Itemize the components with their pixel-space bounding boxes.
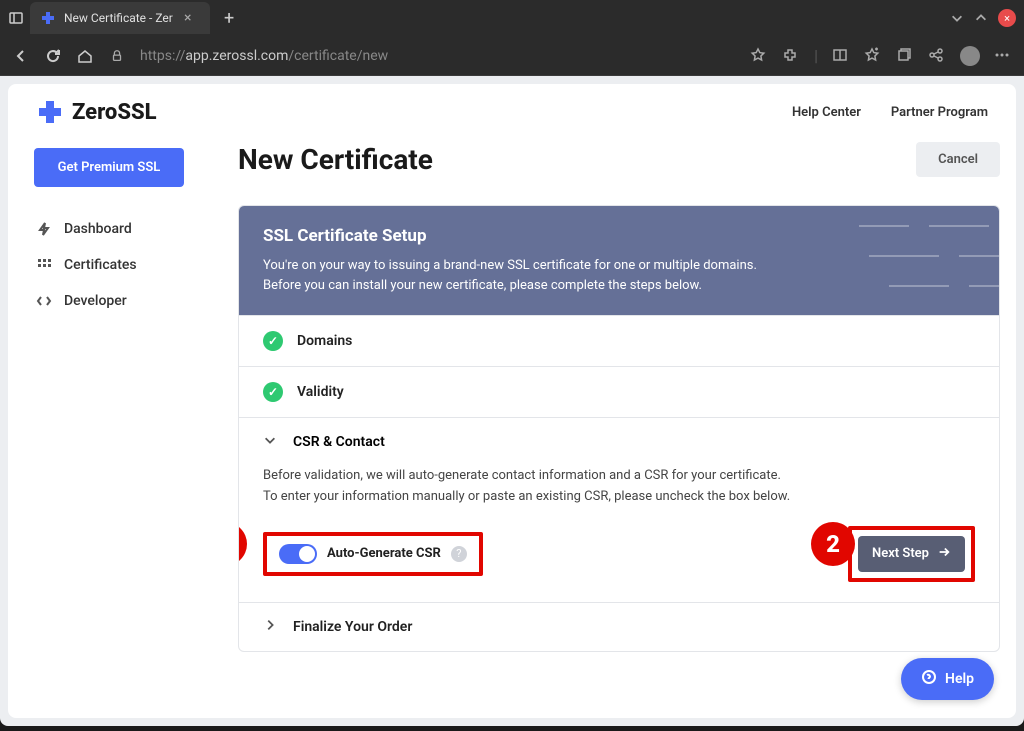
browser-tab[interactable]: New Certificate - Zer × bbox=[30, 2, 210, 34]
brand-logo[interactable]: ZeroSSL bbox=[36, 98, 157, 126]
home-icon[interactable] bbox=[76, 47, 94, 65]
step-label: Validity bbox=[297, 384, 344, 400]
help-center-link[interactable]: Help Center bbox=[792, 105, 861, 120]
main-content: New Certificate Cancel SSL Certificate S… bbox=[238, 136, 1000, 652]
banner-decoration-icon bbox=[849, 206, 999, 306]
star-icon[interactable] bbox=[750, 47, 768, 65]
page-viewport: ZeroSSL Help Center Partner Program Get … bbox=[0, 76, 1024, 726]
step-label: Finalize Your Order bbox=[293, 619, 412, 635]
step-label: CSR & Contact bbox=[293, 434, 385, 450]
chevron-down-icon bbox=[263, 433, 279, 451]
lightning-icon bbox=[36, 220, 54, 238]
tab-title: New Certificate - Zer bbox=[64, 11, 176, 25]
brand-name: ZeroSSL bbox=[72, 100, 157, 125]
sidebar-item-developer[interactable]: Developer bbox=[24, 283, 214, 319]
sidebar-toggle-icon[interactable] bbox=[8, 10, 24, 26]
code-icon bbox=[36, 292, 54, 310]
csr-description: Before validation, we will auto-generate… bbox=[263, 466, 975, 508]
cancel-button[interactable]: Cancel bbox=[916, 142, 1000, 177]
help-fab-button[interactable]: Help bbox=[901, 658, 994, 700]
help-tooltip-icon[interactable]: ? bbox=[451, 546, 467, 562]
help-circle-icon bbox=[921, 669, 937, 689]
reader-icon[interactable] bbox=[832, 47, 850, 65]
step-finalize[interactable]: Finalize Your Order bbox=[239, 602, 999, 651]
chevron-up-icon[interactable] bbox=[974, 10, 990, 26]
chevron-down-icon[interactable] bbox=[950, 10, 966, 26]
tab-close-icon[interactable]: × bbox=[184, 10, 200, 26]
toggle-label: Auto-Generate CSR bbox=[327, 546, 441, 561]
next-step-highlight: Next Step bbox=[848, 526, 975, 582]
step-domains[interactable]: ✓ Domains bbox=[239, 315, 999, 366]
setup-card: SSL Certificate Setup You're on your way… bbox=[238, 205, 1000, 652]
chevron-right-icon bbox=[263, 618, 279, 636]
auto-generate-csr-highlight: Auto-Generate CSR ? bbox=[263, 532, 483, 576]
address-bar: https://app.zerossl.com/certificate/new … bbox=[0, 36, 1024, 76]
step-csr-header[interactable]: CSR & Contact bbox=[263, 418, 975, 466]
setup-banner: SSL Certificate Setup You're on your way… bbox=[239, 206, 999, 315]
step-label: Domains bbox=[297, 333, 352, 349]
step-validity[interactable]: ✓ Validity bbox=[239, 366, 999, 417]
sidebar: Get Premium SSL Dashboard Certificates D… bbox=[24, 136, 214, 652]
sidebar-item-dashboard[interactable]: Dashboard bbox=[24, 211, 214, 247]
annotation-badge-1: 1 bbox=[238, 522, 247, 566]
tab-favicon-icon bbox=[40, 10, 56, 26]
annotation-badge-2: 2 bbox=[811, 522, 855, 566]
step-csr-expanded: CSR & Contact Before validation, we will… bbox=[239, 417, 999, 602]
app-header: ZeroSSL Help Center Partner Program bbox=[8, 84, 1016, 136]
next-step-button[interactable]: Next Step bbox=[858, 536, 965, 572]
sidebar-item-label: Developer bbox=[64, 293, 127, 309]
sidebar-item-label: Certificates bbox=[64, 257, 137, 273]
auto-generate-csr-toggle[interactable] bbox=[279, 544, 317, 564]
reload-icon[interactable] bbox=[44, 47, 62, 65]
grid-icon bbox=[36, 256, 54, 274]
partner-program-link[interactable]: Partner Program bbox=[891, 105, 988, 120]
page-title: New Certificate bbox=[238, 143, 433, 176]
bookmark-icon[interactable] bbox=[864, 47, 882, 65]
lock-icon[interactable] bbox=[108, 47, 126, 65]
share-icon[interactable] bbox=[928, 47, 946, 65]
url-field[interactable]: https://app.zerossl.com/certificate/new bbox=[140, 48, 736, 64]
more-icon[interactable] bbox=[994, 47, 1012, 65]
logo-mark-icon bbox=[36, 98, 64, 126]
collections-icon[interactable] bbox=[896, 47, 914, 65]
browser-chrome: New Certificate - Zer × + × https://app.… bbox=[0, 0, 1024, 76]
check-icon: ✓ bbox=[263, 382, 283, 402]
window-close-icon[interactable]: × bbox=[998, 9, 1016, 27]
extension-icon[interactable] bbox=[782, 47, 800, 65]
arrow-right-icon bbox=[937, 545, 951, 563]
tab-bar: New Certificate - Zer × + × bbox=[0, 0, 1024, 36]
new-tab-button[interactable]: + bbox=[216, 8, 242, 29]
profile-avatar[interactable] bbox=[960, 46, 980, 66]
back-icon[interactable] bbox=[12, 47, 30, 65]
sidebar-item-label: Dashboard bbox=[64, 221, 132, 237]
sidebar-item-certificates[interactable]: Certificates bbox=[24, 247, 214, 283]
get-premium-button[interactable]: Get Premium SSL bbox=[34, 148, 184, 187]
check-icon: ✓ bbox=[263, 331, 283, 351]
